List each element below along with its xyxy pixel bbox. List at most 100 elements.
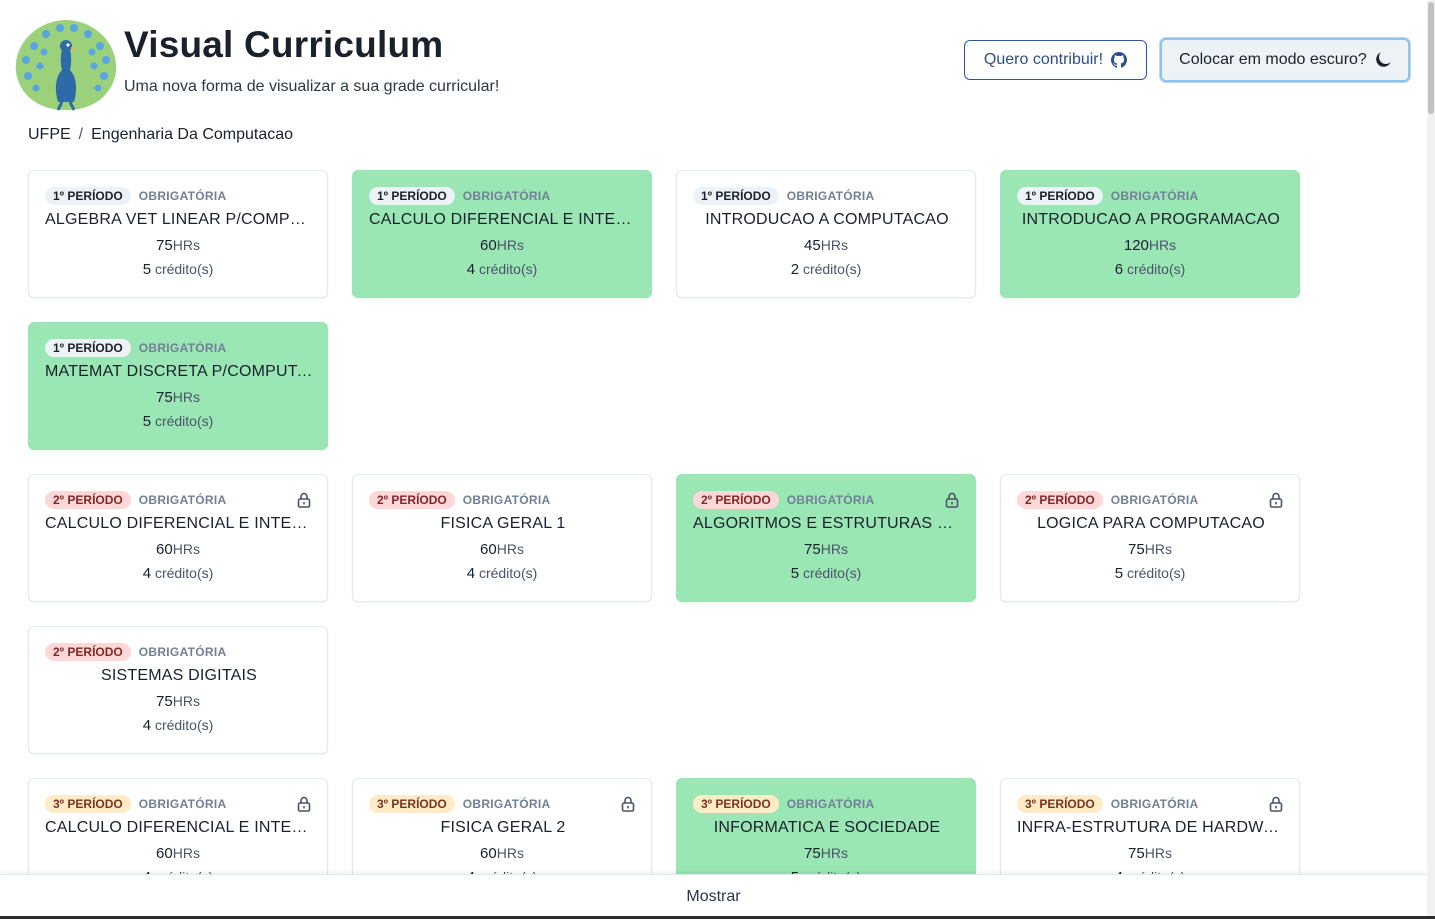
course-card[interactable]: 2º PERÍODO OBRIGATÓRIA FISICA GERAL 1 60HRs… xyxy=(352,474,652,602)
course-card[interactable]: 2º PERÍODO OBRIGATÓRIA CALCULO DIFERENCIAL… xyxy=(28,474,328,602)
course-card[interactable]: 2º PERÍODO OBRIGATÓRIA LOGICA PARA COMPUTA… xyxy=(1000,474,1300,602)
hours-unit: HRs xyxy=(1144,845,1172,861)
course-name: LOGICA PARA COMPUTACAO xyxy=(1037,515,1265,532)
hours-value: 60 xyxy=(156,541,173,558)
hours-unit: HRs xyxy=(1144,541,1172,557)
credits-unit: crédito(s) xyxy=(478,565,538,581)
card-header: 1º PERÍODO OBRIGATÓRIA xyxy=(693,187,874,205)
course-hours: 75HRs xyxy=(677,845,975,862)
course-type-label: OBRIGATÓRIA xyxy=(138,645,227,659)
hours-unit: HRs xyxy=(496,237,524,253)
app-subtitle: Uma nova forma de visualizar a sua grade… xyxy=(124,78,500,95)
course-name: INFORMATICA E SOCIEDADE xyxy=(713,819,941,836)
lock-icon xyxy=(297,796,311,812)
credits-value: 5 xyxy=(142,261,152,278)
course-card[interactable]: 2º PERÍODO OBRIGATÓRIA ALGORITMOS E ESTRUT… xyxy=(676,474,976,602)
period-badge: 1º PERÍODO xyxy=(369,187,455,205)
period-badge: 3º PERÍODO xyxy=(45,795,131,813)
app-header: Visual Curriculum Uma nova forma de visu… xyxy=(0,0,1427,120)
course-name: FISICA GERAL 1 xyxy=(440,515,566,532)
credits-unit: crédito(s) xyxy=(154,413,214,429)
card-header: 3º PERÍODO OBRIGATÓRIA xyxy=(45,795,226,813)
period-badge: 3º PERÍODO xyxy=(693,795,779,813)
period-badge: 2º PERÍODO xyxy=(45,491,131,509)
lock-icon xyxy=(297,492,311,508)
course-card[interactable]: 1º PERÍODO OBRIGATÓRIA CALCULO DIFERENCIAL… xyxy=(352,170,652,298)
course-credits: 4 crédito(s) xyxy=(353,565,651,582)
credits-unit: crédito(s) xyxy=(154,261,214,277)
course-type-label: OBRIGATÓRIA xyxy=(1110,493,1199,507)
course-hours: 75HRs xyxy=(1001,541,1299,558)
hours-unit: HRs xyxy=(820,237,848,253)
course-type-label: OBRIGATÓRIA xyxy=(462,797,551,811)
app-title: Visual Curriculum xyxy=(124,24,444,65)
show-toggle-bar[interactable]: Mostrar xyxy=(0,874,1427,919)
scrollbar-thumb[interactable] xyxy=(1428,2,1434,114)
course-name: SISTEMAS DIGITAIS xyxy=(100,667,258,684)
breadcrumb-university[interactable]: UFPE xyxy=(28,126,71,144)
credits-value: 4 xyxy=(142,717,152,734)
period-badge: 2º PERÍODO xyxy=(693,491,779,509)
course-name: MATEMAT DISCRETA P/COMPUTACAO xyxy=(45,363,313,380)
hours-value: 60 xyxy=(480,237,497,254)
hours-value: 75 xyxy=(1128,845,1145,862)
hours-unit: HRs xyxy=(496,845,524,861)
dark-mode-button[interactable]: Colocar em modo escuro? xyxy=(1160,38,1410,82)
contribute-button[interactable]: Quero contribuir! xyxy=(964,40,1147,80)
hours-value: 75 xyxy=(804,541,821,558)
hours-value: 60 xyxy=(480,541,497,558)
course-card[interactable]: 1º PERÍODO OBRIGATÓRIA ALGEBRA VET LINEAR … xyxy=(28,170,328,298)
lock-icon xyxy=(945,492,959,508)
hours-value: 75 xyxy=(1128,541,1145,558)
card-header: 3º PERÍODO OBRIGATÓRIA xyxy=(693,795,874,813)
period-badge: 3º PERÍODO xyxy=(1017,795,1103,813)
card-header: 2º PERÍODO OBRIGATÓRIA xyxy=(45,491,226,509)
period-badge: 1º PERÍODO xyxy=(45,339,131,357)
hours-value: 75 xyxy=(804,845,821,862)
course-hours: 75HRs xyxy=(677,541,975,558)
course-hours: 120HRs xyxy=(1001,237,1299,254)
hours-value: 45 xyxy=(804,237,821,254)
hours-value: 60 xyxy=(156,845,173,862)
period-badge: 1º PERÍODO xyxy=(1017,187,1103,205)
course-card[interactable]: 1º PERÍODO OBRIGATÓRIA INTRODUCAO A COMPUT… xyxy=(676,170,976,298)
breadcrumb-course: Engenharia Da Computacao xyxy=(91,126,294,143)
course-name: CALCULO DIFERENCIAL E INTEGRAL 3 xyxy=(45,819,313,836)
credits-value: 5 xyxy=(790,565,800,582)
credits-value: 4 xyxy=(466,565,476,582)
credits-unit: crédito(s) xyxy=(802,565,862,581)
credits-unit: crédito(s) xyxy=(154,717,214,733)
hours-value: 120 xyxy=(1123,237,1149,254)
course-name: INTRODUCAO A PROGRAMACAO xyxy=(1021,211,1281,228)
course-card[interactable]: 2º PERÍODO OBRIGATÓRIA SISTEMAS DIGITAIS 75… xyxy=(28,626,328,754)
course-card[interactable]: 1º PERÍODO OBRIGATÓRIA INTRODUCAO A PROGRA… xyxy=(1000,170,1300,298)
card-header: 2º PERÍODO OBRIGATÓRIA xyxy=(45,643,226,661)
hours-unit: HRs xyxy=(172,845,200,861)
hours-value: 75 xyxy=(156,389,173,406)
page-scrollbar[interactable] xyxy=(1427,0,1435,919)
course-name: FISICA GERAL 2 xyxy=(440,819,566,836)
course-type-label: OBRIGATÓRIA xyxy=(786,797,875,811)
course-name: INTRODUCAO A COMPUTACAO xyxy=(705,211,949,228)
course-credits: 6 crédito(s) xyxy=(1001,261,1299,278)
course-type-label: OBRIGATÓRIA xyxy=(138,189,227,203)
course-type-label: OBRIGATÓRIA xyxy=(1110,797,1199,811)
course-type-label: OBRIGATÓRIA xyxy=(138,797,227,811)
credits-unit: crédito(s) xyxy=(478,261,538,277)
course-credits: 5 crédito(s) xyxy=(29,413,327,430)
card-header: 3º PERÍODO OBRIGATÓRIA xyxy=(1017,795,1198,813)
course-hours: 75HRs xyxy=(1001,845,1299,862)
course-name: ALGEBRA VET LINEAR P/COMPUTACAO xyxy=(45,211,313,228)
course-hours: 60HRs xyxy=(353,541,651,558)
card-header: 2º PERÍODO OBRIGATÓRIA xyxy=(369,491,550,509)
course-hours: 60HRs xyxy=(29,845,327,862)
hours-value: 75 xyxy=(156,693,173,710)
credits-value: 4 xyxy=(142,565,152,582)
course-credits: 4 crédito(s) xyxy=(29,565,327,582)
hours-value: 60 xyxy=(480,845,497,862)
course-card[interactable]: 1º PERÍODO OBRIGATÓRIA MATEMAT DISCRETA P/… xyxy=(28,322,328,450)
show-label: Mostrar xyxy=(686,888,741,905)
course-type-label: OBRIGATÓRIA xyxy=(138,341,227,355)
period-badge: 2º PERÍODO xyxy=(45,643,131,661)
hours-value: 75 xyxy=(156,237,173,254)
